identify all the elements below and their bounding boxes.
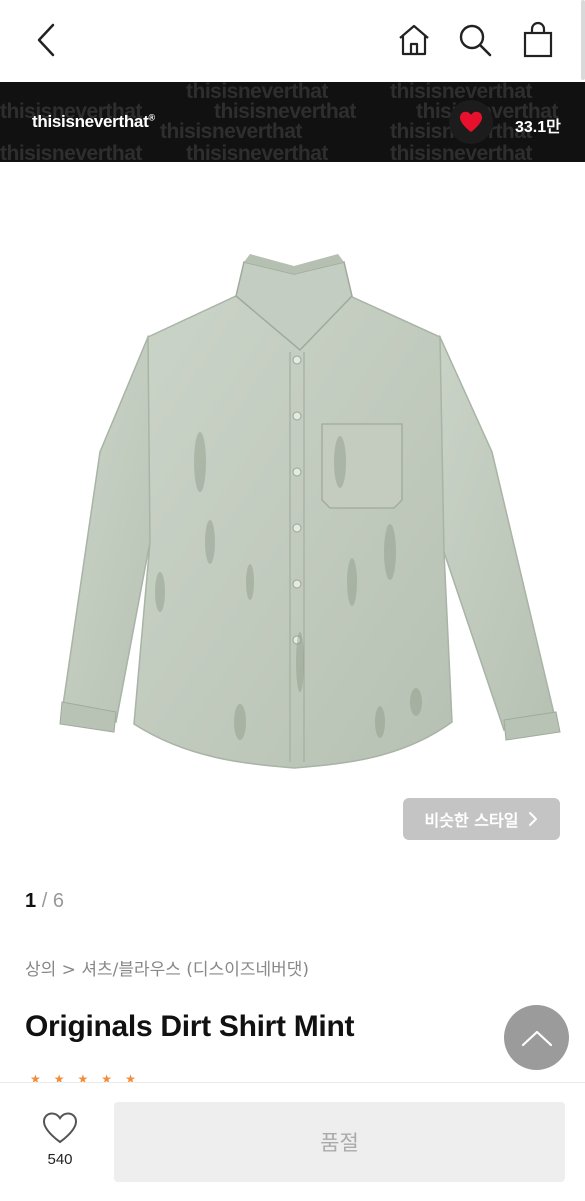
chevron-up-icon	[521, 1030, 552, 1046]
brand-name-text: thisisneverthat	[32, 112, 149, 131]
chevron-left-icon	[37, 23, 55, 57]
brand-watermark: thisisneverthat	[390, 142, 532, 162]
heart-icon	[460, 111, 482, 132]
brand-favorite-button[interactable]	[449, 100, 493, 144]
search-icon	[459, 24, 492, 57]
heart-outline-icon	[42, 1112, 78, 1144]
brand-favorite-count: 33.1만	[515, 119, 561, 136]
brand-watermark: thisisneverthat	[160, 120, 302, 143]
top-nav-bar	[0, 0, 585, 82]
pager-separator: /	[41, 890, 48, 912]
similar-style-label: 비슷한 스타일	[424, 811, 519, 830]
brand-banner[interactable]: thisisneverthat thisisneverthat thisisne…	[0, 82, 585, 162]
wishlist-count: 540	[47, 1151, 73, 1168]
product-image[interactable]: 비슷한 스타일	[0, 162, 585, 862]
back-button[interactable]	[26, 18, 66, 62]
brand-name[interactable]: thisisneverthat®	[32, 112, 155, 132]
pager-current: 1	[25, 890, 37, 912]
shopping-bag-icon	[523, 21, 553, 58]
home-icon	[399, 24, 429, 56]
home-button[interactable]	[394, 18, 434, 62]
brand-watermark: thisisneverthat	[186, 142, 328, 162]
similar-style-button[interactable]: 비슷한 스타일	[403, 798, 560, 840]
breadcrumb[interactable]: 상의 > 셔츠/블라우스 (디스이즈네버댓)	[25, 955, 309, 980]
product-title: Originals Dirt Shirt Mint	[25, 1010, 355, 1043]
scroll-to-top-button[interactable]	[504, 1005, 569, 1070]
brand-watermark: thisisneverthat	[0, 142, 142, 162]
search-button[interactable]	[455, 18, 495, 62]
bottom-action-bar: 540 품절	[0, 1082, 585, 1201]
image-pager: 1 / 6	[25, 890, 64, 913]
pager-total: 6	[52, 890, 64, 912]
cart-button[interactable]	[518, 18, 558, 62]
shirt-image	[59, 254, 561, 769]
wishlist-button[interactable]: 540	[30, 1111, 90, 1181]
registered-mark: ®	[148, 112, 155, 123]
soldout-label: 품절	[320, 1131, 359, 1155]
chevron-right-icon	[529, 812, 538, 826]
page-scrollbar[interactable]	[581, 0, 585, 80]
soldout-button[interactable]: 품절	[114, 1102, 565, 1182]
